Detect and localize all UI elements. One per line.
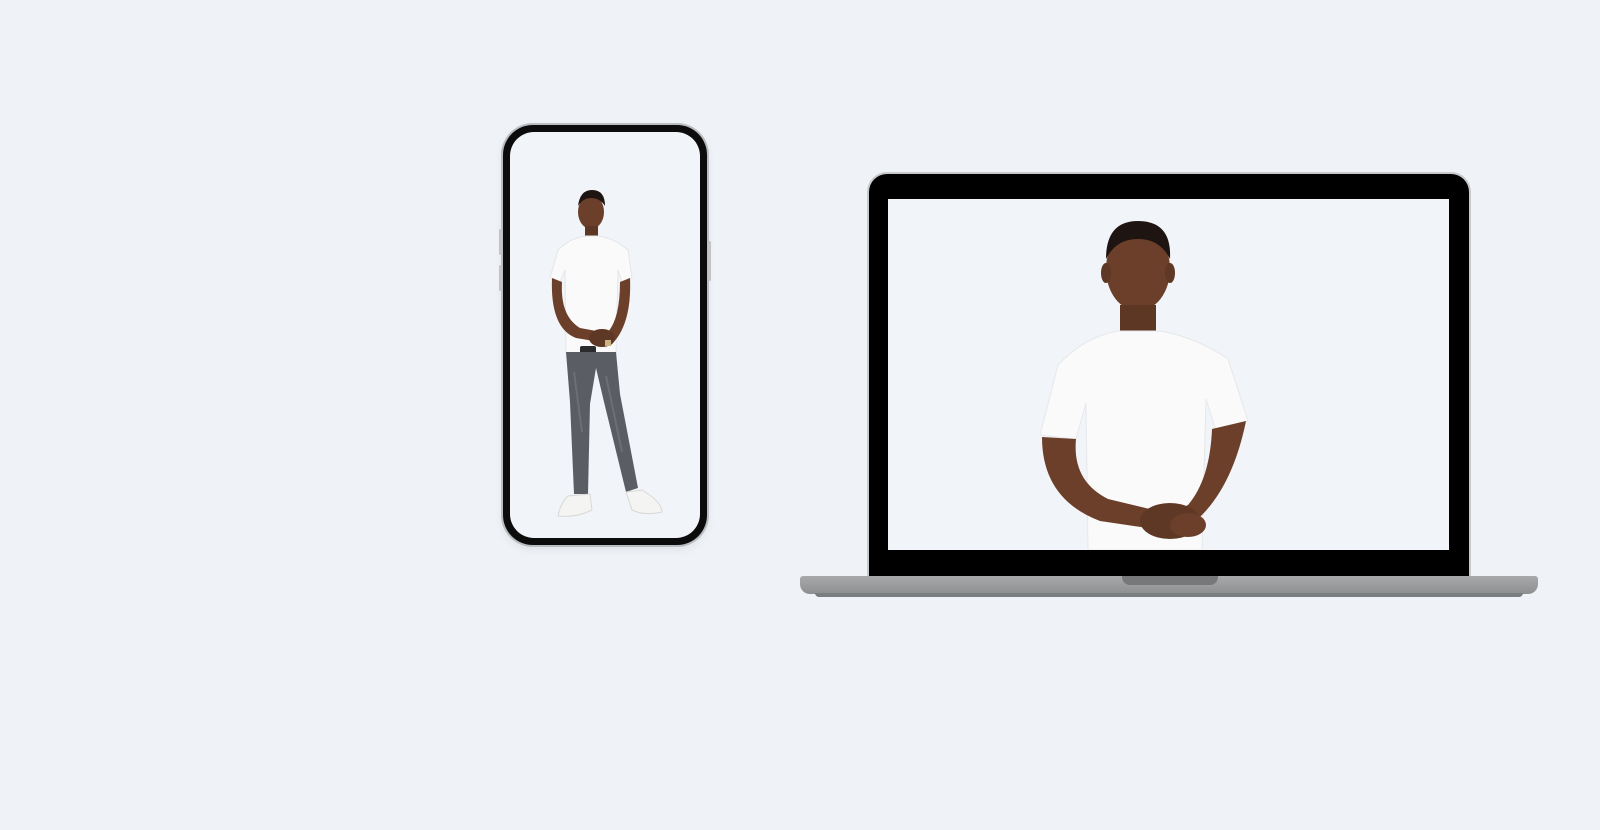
laptop-trackpad-notch	[1122, 576, 1218, 585]
phone-power-button	[708, 241, 711, 281]
person-upper-body-image	[1039, 221, 1249, 550]
person-full-body-image	[549, 190, 663, 517]
phone-mockup	[499, 125, 711, 545]
device-mockup-stage	[0, 0, 1600, 830]
phone-volume-up-button	[499, 229, 502, 255]
laptop-base-foot	[815, 593, 1523, 597]
phone-volume-down-button	[499, 265, 502, 291]
phone-screen	[510, 132, 700, 538]
laptop-mockup	[869, 174, 1469, 576]
laptop-screen	[888, 199, 1449, 550]
